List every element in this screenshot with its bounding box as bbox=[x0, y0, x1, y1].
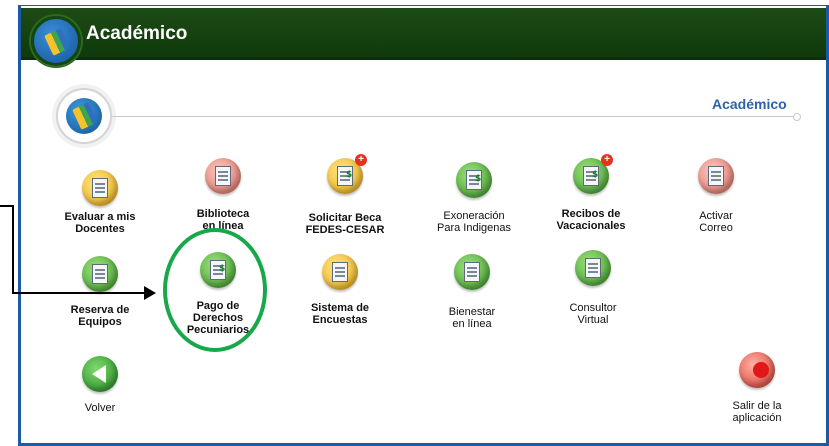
arrow-line-vertical bbox=[12, 205, 14, 293]
exit-icon bbox=[739, 352, 775, 388]
survey-icon bbox=[322, 254, 358, 290]
app-label: Sistema de Encuestas bbox=[310, 302, 370, 326]
document-dollar-icon: $ bbox=[456, 162, 492, 198]
header-title: Académico bbox=[86, 23, 188, 44]
app-activar-correo[interactable]: Activar Correo bbox=[676, 158, 756, 234]
app-label: Exoneración Para Indigenas bbox=[437, 210, 511, 234]
app-consultor-virtual[interactable]: Consultor Virtual bbox=[553, 250, 633, 326]
section-logo-icon bbox=[56, 88, 112, 144]
hands-icon bbox=[454, 254, 490, 290]
app-label: Evaluar a mis Docentes bbox=[64, 211, 136, 235]
highlight-circle bbox=[163, 228, 267, 352]
book-icon bbox=[205, 158, 241, 194]
mail-icon bbox=[698, 158, 734, 194]
section-title: Académico bbox=[712, 96, 787, 112]
app-solicitar-beca[interactable]: $ + Solicitar Beca FEDES-CESAR bbox=[300, 154, 390, 236]
app-label: Volver bbox=[84, 402, 116, 414]
app-bienestar[interactable]: Bienestar en línea bbox=[432, 254, 512, 330]
academico-book-icon bbox=[31, 16, 81, 66]
app-label: Salir de la aplicación bbox=[732, 400, 782, 424]
app-label: Bienestar en línea bbox=[448, 306, 496, 330]
app-label: Consultor Virtual bbox=[569, 302, 617, 326]
app-label: Activar Correo bbox=[699, 210, 733, 234]
form-dollar-icon: $ + bbox=[327, 154, 367, 194]
people-icon bbox=[575, 250, 611, 286]
app-sistema-encuestas[interactable]: Sistema de Encuestas bbox=[300, 254, 380, 326]
app-label: Solicitar Beca FEDES-CESAR bbox=[305, 212, 385, 236]
back-arrow-icon bbox=[82, 356, 118, 392]
receipt-dollar-icon: $ + bbox=[573, 154, 613, 194]
volver-button[interactable]: Volver bbox=[70, 356, 130, 414]
app-biblioteca[interactable]: Biblioteca en línea bbox=[180, 158, 266, 232]
salir-aplicacion-button[interactable]: Salir de la aplicación bbox=[718, 352, 796, 424]
app-recibos-vacacionales[interactable]: $ + Recibos de Vacacionales bbox=[548, 154, 634, 232]
arrow-head bbox=[144, 286, 156, 300]
app-exoneracion[interactable]: $ Exoneración Para Indigenas bbox=[428, 162, 520, 234]
checklist-icon bbox=[82, 170, 118, 206]
app-label: Reserva de Equipos bbox=[70, 304, 130, 328]
app-label: Recibos de Vacacionales bbox=[556, 208, 626, 232]
section-divider bbox=[112, 113, 801, 121]
arrow-line-horizontal bbox=[12, 292, 146, 294]
equipment-icon bbox=[82, 256, 118, 292]
app-evaluar-docentes[interactable]: Evaluar a mis Docentes bbox=[56, 170, 144, 235]
